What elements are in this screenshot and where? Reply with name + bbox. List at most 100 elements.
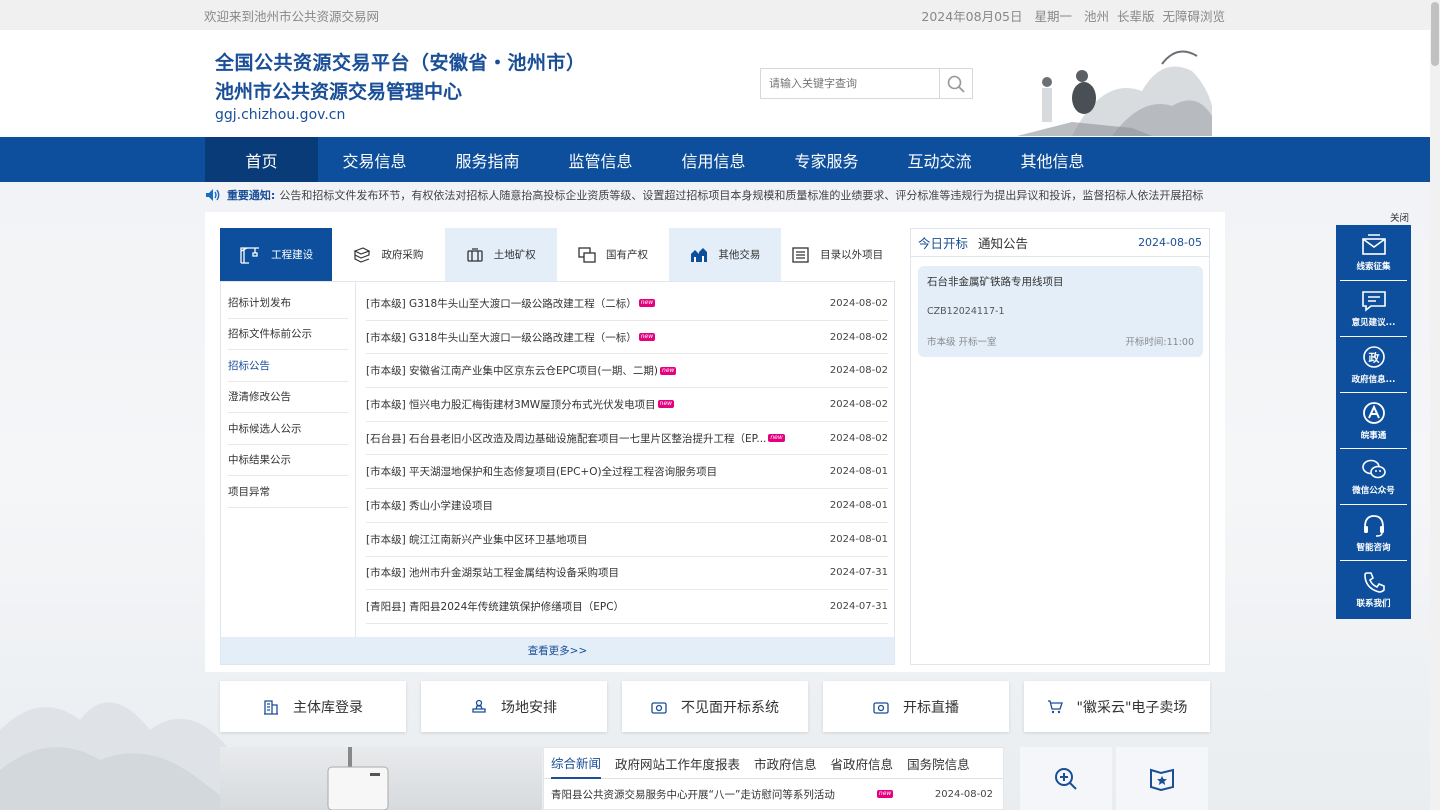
search-button[interactable]: [939, 69, 972, 98]
search-service-tile[interactable]: [1020, 747, 1112, 810]
elder-mode-link[interactable]: 长辈版: [1117, 9, 1155, 24]
main-panel: 工程建设 政府采购 土地矿权 国有产权 其他交易 目录以外项目 招标计划发布 招…: [205, 212, 1225, 672]
live-opening-button[interactable]: 开标直播: [823, 681, 1009, 732]
notice-bar: 重要通知: 公告和招标文件发布环节，有权依法对招标人随意抬高投标企业资质等级、设…: [0, 182, 1226, 208]
nav-expert[interactable]: 专家服务: [770, 137, 883, 182]
list-item[interactable]: [市本级] 皖江江南新兴产业集中区环卫基地项目 2024-08-01: [366, 523, 888, 557]
list-item[interactable]: [青阳县] 青阳县2024年传统建筑保护修缮项目（EPC） 2024-07-31: [366, 590, 888, 624]
site-subtitle[interactable]: 池州市公共资源交易管理中心: [215, 77, 462, 104]
list-item-date: 2024-08-02: [829, 365, 888, 377]
tab-province-gov-info[interactable]: 省政府信息: [831, 748, 894, 779]
e-mall-button[interactable]: "徽采云"电子卖场: [1024, 681, 1210, 732]
tab-notices[interactable]: 通知公告: [978, 233, 1028, 252]
notice-text[interactable]: 公告和招标文件发布环节，有权依法对招标人随意抬高投标企业资质等级、设置超过招标项…: [279, 187, 1226, 203]
tab-other-trade[interactable]: 其他交易: [669, 228, 782, 281]
landscape-painting: [1017, 50, 1212, 136]
nav-trade-info[interactable]: 交易信息: [318, 137, 431, 182]
building-icon: [264, 699, 278, 715]
list-item[interactable]: [市本级] 安徽省江南产业集中区京东云仓EPC项目(一期、二期) new 2024-…: [366, 354, 888, 389]
list-item-date: 2024-08-02: [829, 432, 888, 444]
subnav-bid-doc-preview[interactable]: 招标文件标前公示: [228, 319, 348, 350]
zoom-icon: [1055, 767, 1077, 790]
city-link[interactable]: 池州: [1084, 9, 1109, 24]
float-wechat[interactable]: 微信公众号: [1340, 449, 1407, 505]
tab-general-news[interactable]: 综合新闻: [551, 748, 602, 779]
entity-login-button[interactable]: 主体库登录: [220, 681, 406, 732]
tab-today-opening[interactable]: 今日开标: [918, 233, 968, 252]
list-item-date: 2024-08-02: [829, 297, 888, 309]
opening-project-name: 石台非金属矿铁路专用线项目: [927, 276, 1064, 288]
list-item[interactable]: [市本级] 恒兴电力股汇梅街建材3MW屋顶分布式光伏发电项目 new 2024-08…: [366, 388, 888, 422]
float-smart-consult[interactable]: 智能咨询: [1340, 505, 1407, 561]
tab-construction-label: 工程建设: [271, 249, 314, 261]
nav-interaction[interactable]: 互动交流: [883, 137, 996, 182]
list-item-title: [市本级] 恒兴电力股汇梅街建材3MW屋顶分布式光伏发电项目: [366, 398, 656, 411]
wanshitong-icon: [1362, 401, 1385, 424]
opening-time: 开标时间:11:00: [1125, 337, 1194, 348]
float-gov-info[interactable]: 政 政府信息...: [1340, 337, 1407, 393]
tab-out-of-catalog-label: 目录以外项目: [820, 249, 884, 261]
venue-schedule-button[interactable]: 场地安排: [421, 681, 607, 732]
nav-supervision[interactable]: 监管信息: [544, 137, 657, 182]
subnav-anomaly[interactable]: 项目异常: [228, 476, 348, 508]
float-suggestions[interactable]: 意见建议...: [1340, 281, 1407, 337]
list-item-title: [青阳县] 青阳县2024年传统建筑保护修缮项目（EPC）: [366, 601, 625, 614]
list-item[interactable]: [市本级] 平天湖湿地保护和生态修复项目(EPC+O)全过程工程咨询服务项目 20…: [366, 455, 888, 490]
subnav-bid-plan[interactable]: 招标计划发布: [228, 287, 348, 319]
list-item[interactable]: [市本级] 池州市升金湖泵站工程金属结构设备采购项目 2024-07-31: [366, 557, 888, 591]
float-clue-collection[interactable]: 线索征集: [1340, 225, 1407, 281]
tab-annual-report[interactable]: 政府网站工作年度报表: [615, 748, 740, 779]
float-wechat-label: 微信公众号: [1352, 485, 1395, 496]
e-mall-label: "徽采云"电子卖场: [1076, 699, 1188, 716]
page-scrollbar[interactable]: [1430, 0, 1440, 810]
nav-credit[interactable]: 信用信息: [657, 137, 770, 182]
weekday-text: 星期一: [1034, 8, 1072, 24]
notice-label: 重要通知:: [226, 189, 276, 202]
subnav-bid-announcement[interactable]: 招标公告: [228, 350, 348, 382]
nav-other[interactable]: 其他信息: [996, 137, 1109, 182]
list-item-title: [市本级] 皖江江南新兴产业集中区环卫基地项目: [366, 533, 588, 546]
list-item[interactable]: [市本级] 秀山小学建设项目 2024-08-01: [366, 489, 888, 523]
list-item[interactable]: [石台县] 石台县老旧小区改造及周边基础设施配套项目一七里片区整治提升工程（EP…: [366, 422, 888, 456]
welcome-text: 欢迎来到池州市公共资源交易网: [204, 8, 380, 24]
tab-gov-procurement[interactable]: 政府采购: [332, 228, 445, 281]
float-wanshitong[interactable]: 皖事通: [1340, 393, 1407, 449]
buildings-icon: [691, 247, 708, 262]
list-item[interactable]: [市本级] G318牛头山至大渡口一级公路改建工程（一标） new 2024-08-…: [366, 321, 888, 355]
view-more-link[interactable]: 查看更多>>: [221, 637, 894, 664]
gov-icon: 政: [1362, 345, 1385, 368]
subnav-candidates[interactable]: 中标候选人公示: [228, 413, 348, 445]
float-gov-info-label: 政府信息...: [1351, 374, 1396, 385]
tab-construction[interactable]: 工程建设: [220, 228, 333, 281]
credit-service-tile[interactable]: [1116, 747, 1208, 810]
tab-state-council-info[interactable]: 国务院信息: [907, 748, 970, 779]
search-input[interactable]: [761, 69, 939, 98]
nav-service-guide[interactable]: 服务指南: [431, 137, 544, 182]
float-suggestions-label: 意见建议...: [1351, 317, 1396, 328]
float-contact-us[interactable]: 联系我们: [1340, 561, 1407, 619]
float-contact-label: 联系我们: [1356, 599, 1391, 609]
news-panel: 综合新闻 政府网站工作年度报表 市政府信息 省政府信息 国务院信息 青阳县公共资…: [543, 747, 1004, 810]
search-box: [760, 68, 973, 99]
accessible-link[interactable]: 无障碍浏览: [1162, 9, 1225, 24]
date-text: 2024年08月05日: [921, 8, 1023, 24]
list-item[interactable]: [市本级] G318牛头山至大渡口一级公路改建工程（二标） new 2024-08-…: [366, 287, 888, 321]
comment-icon: [1361, 290, 1386, 312]
remote-opening-button[interactable]: 不见面开标系统: [622, 681, 808, 732]
nav-home[interactable]: 首页: [205, 137, 318, 182]
tab-land-mining[interactable]: 土地矿权: [444, 228, 557, 281]
headset-icon: [1363, 514, 1384, 537]
news-item[interactable]: 青阳县公共资源交易服务中心开展“八一”走访慰问等系列活动 new 2024-08…: [544, 779, 1003, 809]
subnav-clarification[interactable]: 澄清修改公告: [228, 382, 348, 413]
news-image[interactable]: [220, 747, 542, 810]
subnav-results[interactable]: 中标结果公示: [228, 445, 348, 476]
tab-out-of-catalog[interactable]: 目录以外项目: [781, 228, 894, 281]
float-clue-label: 线索征集: [1356, 261, 1391, 272]
quick-links: 主体库登录 场地安排 不见面开标系统 开标直播 "徽采云"电子卖场: [220, 681, 1210, 732]
tab-state-property[interactable]: 国有产权: [556, 228, 670, 281]
scrollbar-thumb[interactable]: [1431, 2, 1439, 66]
site-title[interactable]: 全国公共资源交易平台（安徽省・池州市）: [215, 48, 586, 75]
tab-city-gov-info[interactable]: 市政府信息: [754, 748, 817, 779]
opening-card[interactable]: 石台非金属矿铁路专用线项目 CZB12024117-1 市本级 开标一室 开标时…: [918, 266, 1203, 357]
floatbar-close[interactable]: 关闭: [1336, 210, 1411, 225]
